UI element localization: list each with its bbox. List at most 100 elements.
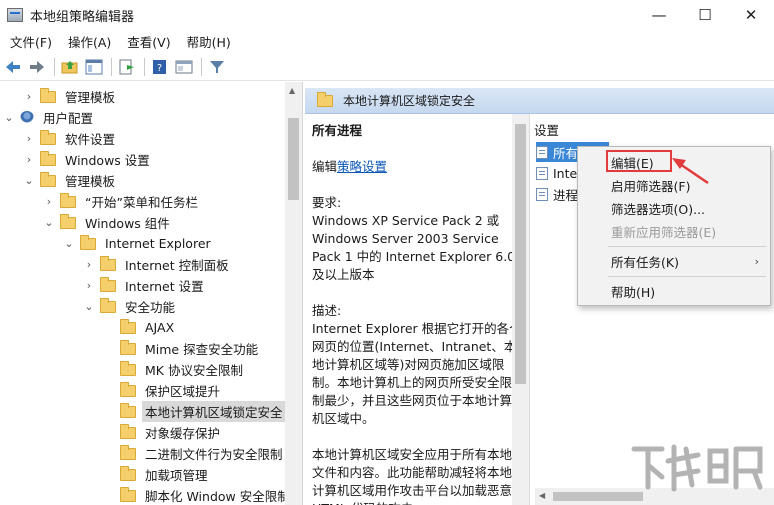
policy-setting-icon (536, 145, 548, 159)
export-list-icon (119, 59, 134, 74)
all-tasks-label: 所有任务(K) (611, 254, 679, 270)
tree-node-label: 安全功能 (125, 300, 176, 315)
console-tree: › 管理模板 ⌄ 用户配置 › 软件设置 › Windows 设置 ⌄ 管理模板… (0, 82, 303, 505)
properties-button[interactable] (173, 56, 195, 78)
edit-highlight-box (606, 150, 672, 172)
minimize-button[interactable]: — (636, 0, 682, 30)
tree-node-windows-components[interactable]: ⌄ Windows 组件 (42, 212, 173, 233)
tree-node-object-caching[interactable]: 对象缓存保护 (102, 422, 223, 443)
description-scrollbar[interactable] (512, 114, 529, 505)
filter-button[interactable] (206, 56, 228, 78)
expand-chevron-icon[interactable]: › (22, 90, 36, 103)
tree-node-protect-zone-elevation[interactable]: 保护区域提升 (102, 380, 223, 401)
title-bar: 本地组策略编辑器 — ☐ ✕ (0, 0, 774, 30)
forward-arrow-icon (30, 60, 44, 73)
folder-icon (317, 91, 333, 107)
collapse-chevron-icon[interactable]: ⌄ (82, 300, 96, 313)
export-list-button[interactable] (116, 56, 138, 78)
tree-scrollbar[interactable]: ▲ (285, 82, 302, 505)
toolbar: ? (0, 53, 774, 81)
user-config-icon (20, 110, 34, 125)
requirements-text: Windows XP Service Pack 2 或 Windows Serv… (312, 213, 516, 282)
edit-policy-link[interactable]: 策略设置 (337, 159, 387, 174)
menu-item-help[interactable]: 帮助(H) (579, 280, 769, 302)
menu-item-enable-filter[interactable]: 启用筛选器(F) (579, 174, 769, 196)
tree-node-local-machine-zone-lockdown[interactable]: 本地计算机区域锁定安全 (102, 401, 286, 422)
setting-label: 进程 (553, 187, 579, 203)
description-text-2: 本地计算机区域安全应用于所有本地文件和内容。此功能帮助减轻将本地计算机区域用作攻… (312, 447, 513, 505)
expand-chevron-icon[interactable]: › (42, 195, 56, 208)
menu-bar: 文件(F) 操作(A) 查看(V) 帮助(H) (0, 30, 774, 52)
tree-node-software-settings[interactable]: › 软件设置 (22, 128, 118, 149)
folder-icon (100, 297, 116, 313)
menu-item-filter-options[interactable]: 筛选器选项(O)... (579, 197, 769, 219)
window-title: 本地组策略编辑器 (30, 9, 135, 25)
tree-node-mime-sniffing[interactable]: Mime 探查安全功能 (102, 338, 261, 359)
tree-node-mk-protocol[interactable]: MK 协议安全限制 (102, 359, 246, 380)
menu-action[interactable]: 操作(A) (60, 32, 119, 51)
description-scroll-thumb[interactable] (515, 124, 526, 384)
scroll-up-arrow-icon[interactable]: ▲ (289, 86, 295, 95)
expand-chevron-icon[interactable]: › (22, 153, 36, 166)
folder-icon (60, 192, 76, 208)
scroll-left-arrow-icon[interactable]: ◀ (539, 491, 545, 500)
requirements-label: 要求: (312, 195, 342, 210)
collapse-chevron-icon[interactable]: ⌄ (22, 174, 36, 187)
tree-node-start-menu[interactable]: › “开始”菜单和任务栏 (42, 191, 201, 212)
tree-node-ajax[interactable]: AJAX (102, 317, 177, 338)
filter-funnel-icon (210, 60, 224, 73)
tree-node-label: 对象缓存保护 (145, 426, 221, 441)
tree-node-label: AJAX (145, 320, 175, 335)
up-level-button[interactable] (59, 56, 81, 78)
menu-file[interactable]: 文件(F) (2, 32, 60, 51)
setting-label: Inte (553, 165, 578, 181)
menu-item-reapply-filter[interactable]: 重新应用筛选器(E) (579, 220, 769, 242)
help-button[interactable]: ? (149, 56, 171, 78)
tree-scroll-thumb[interactable] (288, 118, 299, 200)
expand-chevron-icon[interactable]: › (82, 258, 96, 271)
menu-help[interactable]: 帮助(H) (179, 32, 239, 51)
tree-node-windows-settings[interactable]: › Windows 设置 (22, 149, 153, 170)
tree-node-label: Internet 设置 (125, 279, 204, 294)
tree-node-binary-behaviors[interactable]: 二进制文件行为安全限制 (102, 443, 286, 464)
expand-chevron-icon[interactable]: › (22, 132, 36, 145)
tree-node-add-on-management[interactable]: 加载项管理 (102, 464, 211, 485)
maximize-button[interactable]: ☐ (682, 0, 728, 30)
collapse-chevron-icon[interactable]: ⌄ (42, 216, 56, 229)
tree-node-security-features[interactable]: ⌄ 安全功能 (82, 296, 178, 317)
menu-view[interactable]: 查看(V) (119, 32, 178, 51)
menu-item-all-tasks[interactable]: 所有任务(K) › (579, 250, 769, 272)
folder-icon (120, 339, 136, 355)
console-tree-icon (85, 59, 103, 74)
tree-node-user-config[interactable]: ⌄ 用户配置 (2, 107, 96, 128)
tree-node-label: 保护区域提升 (145, 384, 221, 399)
setting-row-process-list[interactable]: 进程 (536, 184, 578, 204)
back-button[interactable] (2, 56, 24, 78)
context-menu: 编辑(E) 启用筛选器(F) 筛选器选项(O)... 重新应用筛选器(E) 所有… (577, 146, 771, 306)
toolbar-separator (54, 57, 55, 76)
show-hide-tree-button[interactable] (83, 56, 105, 78)
window-controls: — ☐ ✕ (636, 0, 774, 30)
folder-icon (120, 381, 136, 397)
tree-node-scripted-window[interactable]: 脚本化 Window 安全限制 (102, 485, 293, 505)
description-title: 所有进程 (312, 123, 363, 138)
tree-node-label: Internet 控制面板 (125, 258, 229, 273)
setting-row-internet-explorer-processes[interactable]: Inte (536, 163, 577, 183)
tree-node-internet-control-panel[interactable]: › Internet 控制面板 (82, 254, 232, 275)
tree-node-label: 本地计算机区域锁定安全 (142, 401, 286, 422)
tree-node-admin-templates[interactable]: ⌄ 管理模板 (22, 170, 118, 191)
forward-button[interactable] (26, 56, 48, 78)
settings-column-header[interactable]: 设置 (534, 120, 559, 139)
folder-icon (40, 87, 56, 103)
tree-node-label: 用户配置 (43, 111, 94, 126)
folder-up-icon (61, 60, 78, 73)
expand-chevron-icon[interactable]: › (82, 279, 96, 292)
folder-icon (120, 360, 136, 376)
collapse-chevron-icon[interactable]: ⌄ (62, 237, 76, 250)
close-button[interactable]: ✕ (728, 0, 774, 30)
tree-node-admin-templates-computer[interactable]: › 管理模板 (22, 86, 118, 107)
tree-node-label: 软件设置 (65, 132, 116, 147)
tree-node-internet-settings[interactable]: › Internet 设置 (82, 275, 207, 296)
tree-node-internet-explorer[interactable]: ⌄ Internet Explorer (62, 233, 214, 254)
collapse-chevron-icon[interactable]: ⌄ (2, 111, 16, 124)
